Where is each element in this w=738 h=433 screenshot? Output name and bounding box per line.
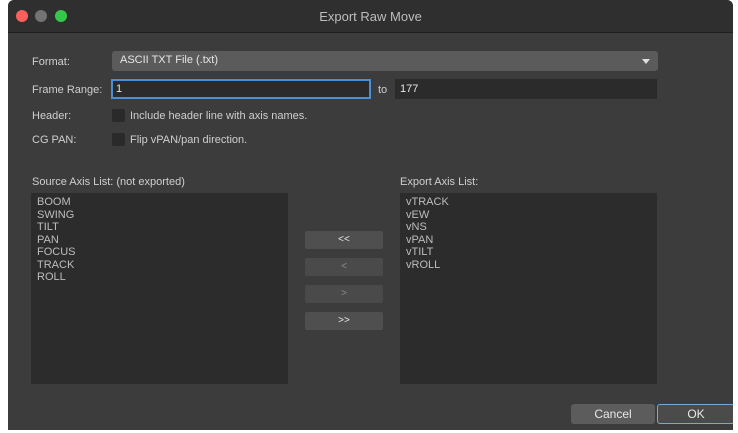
list-item[interactable]: vTRACK [406,196,651,209]
format-select[interactable]: ASCII TXT File (.txt) [112,51,658,71]
list-item[interactable]: ROLL [37,271,282,284]
list-item[interactable]: vROLL [406,259,651,272]
list-item[interactable]: PAN [37,234,282,247]
move-left-button[interactable]: < [305,258,383,276]
list-item[interactable]: vNS [406,221,651,234]
move-all-right-button[interactable]: >> [305,312,383,330]
window-title: Export Raw Move [319,9,422,24]
list-item[interactable]: vTILT [406,246,651,259]
source-axis-list[interactable]: BOOM SWING TILT PAN FOCUS TRACK ROLL [31,193,288,384]
frame-range-label: Frame Range: [32,84,103,96]
cancel-button[interactable]: Cancel [571,404,655,424]
move-all-left-button[interactable]: << [305,231,383,249]
list-item[interactable]: vPAN [406,234,651,247]
list-item[interactable]: BOOM [37,196,282,209]
list-item[interactable]: FOCUS [37,246,282,259]
list-item[interactable]: vEW [406,209,651,222]
cgpan-label: CG PAN: [32,134,77,146]
format-select-value: ASCII TXT File (.txt) [120,54,218,66]
frame-end-input[interactable]: 177 [395,79,657,99]
list-item[interactable]: TILT [37,221,282,234]
to-label: to [378,84,388,96]
export-raw-move-dialog: Export Raw Move Format: ASCII TXT File (… [8,0,733,430]
format-label: Format: [32,56,70,68]
title-bar: Export Raw Move [8,0,733,33]
cgpan-checkbox-label[interactable]: Flip vPAN/pan direction. [130,134,247,146]
list-item[interactable]: TRACK [37,259,282,272]
export-axis-list-label: Export Axis List: [400,176,479,188]
frame-start-input[interactable]: 1 [111,79,371,99]
cgpan-checkbox[interactable] [112,133,125,146]
export-axis-list[interactable]: vTRACK vEW vNS vPAN vTILT vROLL [400,193,657,384]
source-axis-list-label: Source Axis List: (not exported) [32,176,185,188]
chevron-down-icon [642,59,650,64]
header-label: Header: [32,110,72,122]
ok-button[interactable]: OK [657,404,733,424]
header-checkbox[interactable] [112,109,125,122]
header-checkbox-label[interactable]: Include header line with axis names. [130,110,307,122]
list-item[interactable]: SWING [37,209,282,222]
move-right-button[interactable]: > [305,285,383,303]
